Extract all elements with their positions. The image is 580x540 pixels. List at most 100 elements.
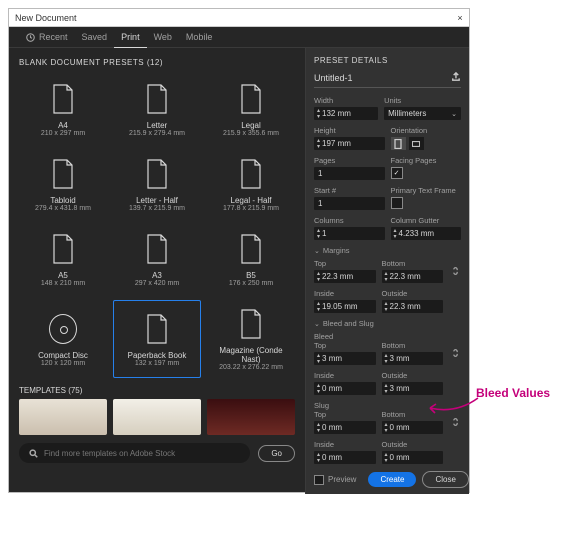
pages-field[interactable]: 1 (314, 167, 385, 180)
template-thumb[interactable] (207, 399, 295, 435)
tab-recent[interactable]: Recent (19, 27, 75, 47)
preset-card[interactable]: Magazine (Conde Nast)203.22 x 276.22 mm (207, 300, 295, 378)
preset-name: A5 (58, 271, 68, 280)
preview-toggle[interactable]: Preview (314, 475, 356, 485)
annotation-arrow (426, 396, 481, 416)
page-icon (49, 232, 77, 266)
preset-card[interactable]: A4210 x 297 mm (19, 75, 107, 144)
tab-web[interactable]: Web (147, 27, 179, 47)
presets-panel: BLANK DOCUMENT PRESETS (12) A4210 x 297 … (9, 48, 305, 494)
tab-mobile[interactable]: Mobile (179, 27, 220, 47)
annotation-label: Bleed Values (476, 386, 550, 400)
preset-dim: 203.22 x 276.22 mm (219, 364, 283, 371)
slug-outside-field[interactable]: ▴▾0 mm (382, 451, 444, 464)
create-button[interactable]: Create (368, 472, 416, 487)
preset-card[interactable]: Tabloid279.4 x 431.8 mm (19, 150, 107, 219)
preset-card[interactable]: Letter215.9 x 279.4 mm (113, 75, 201, 144)
preset-name: Legal - Half (231, 196, 272, 205)
facing-pages-checkbox[interactable]: ✓ (391, 167, 403, 179)
gutter-field[interactable]: ▴▾4.233 mm (391, 227, 462, 240)
preset-name: Tabloid (50, 196, 75, 205)
slug-bottom-field[interactable]: ▴▾0 mm (382, 421, 444, 434)
preset-name: Magazine (Conde Nast) (210, 346, 292, 364)
preset-name: Compact Disc (38, 351, 88, 360)
presets-header: BLANK DOCUMENT PRESETS (12) (19, 58, 295, 67)
primary-text-frame-checkbox[interactable] (391, 197, 403, 209)
template-thumb[interactable] (19, 399, 107, 435)
width-field[interactable]: ▴▾132 mm (314, 107, 378, 120)
slug-inside-field[interactable]: ▴▾0 mm (314, 451, 376, 464)
preset-dim: 177.8 x 215.9 mm (223, 205, 279, 212)
columns-field[interactable]: ▴▾1 (314, 227, 385, 240)
preset-name: A4 (58, 121, 68, 130)
page-icon (143, 157, 171, 191)
link-bleed-icon[interactable] (449, 341, 461, 365)
search-input[interactable]: Find more templates on Adobe Stock (19, 443, 250, 463)
bleed-inside-field[interactable]: ▴▾0 mm (314, 382, 376, 395)
preset-card[interactable]: Compact Disc120 x 120 mm (19, 300, 107, 378)
page-icon (237, 232, 265, 266)
page-icon (49, 157, 77, 191)
bleed-slug-section[interactable]: ⌄Bleed and Slug (314, 319, 461, 328)
preset-name: Paperback Book (128, 351, 187, 360)
preset-details-panel: PRESET DETAILS Untitled-1 Width▴▾132 mm … (305, 48, 469, 494)
margin-top-field[interactable]: ▴▾22.3 mm (314, 270, 376, 283)
preset-dim: 215.9 x 355.6 mm (223, 130, 279, 137)
orientation-landscape[interactable] (409, 137, 424, 150)
document-name-field[interactable]: Untitled-1 (314, 73, 353, 83)
window-title: New Document (9, 13, 83, 23)
preset-name: Legal (241, 121, 261, 130)
preset-dim: 215.9 x 279.4 mm (129, 130, 185, 137)
margin-bottom-field[interactable]: ▴▾22.3 mm (382, 270, 444, 283)
preset-card[interactable]: A3297 x 420 mm (113, 225, 201, 294)
height-field[interactable]: ▴▾197 mm (314, 137, 385, 150)
page-icon (237, 82, 265, 116)
orientation-portrait[interactable] (391, 137, 406, 150)
tab-bar: Recent Saved Print Web Mobile (9, 27, 469, 48)
page-icon (49, 82, 77, 116)
preset-grid: A4210 x 297 mmLetter215.9 x 279.4 mmLega… (19, 75, 295, 378)
preset-dim: 176 x 250 mm (229, 280, 273, 287)
preset-card[interactable]: Legal - Half177.8 x 215.9 mm (207, 150, 295, 219)
bleed-outside-field[interactable]: ▴▾3 mm (382, 382, 444, 395)
page-icon (237, 157, 265, 191)
close-icon[interactable]: × (451, 13, 469, 23)
preset-card[interactable]: A5148 x 210 mm (19, 225, 107, 294)
details-header: PRESET DETAILS (314, 56, 461, 65)
preset-card[interactable]: Letter - Half139.7 x 215.9 mm (113, 150, 201, 219)
link-margins-icon[interactable] (449, 259, 461, 283)
preset-dim: 297 x 420 mm (135, 280, 179, 287)
new-document-dialog: New Document × Recent Saved Print Web Mo… (8, 8, 470, 493)
titlebar: New Document × (9, 9, 469, 27)
preset-dim: 148 x 210 mm (41, 280, 85, 287)
preset-name: Letter (147, 121, 167, 130)
start-page-field[interactable]: 1 (314, 197, 385, 210)
preset-dim: 132 x 197 mm (135, 360, 179, 367)
preset-name: B5 (246, 271, 256, 280)
preset-name: Letter - Half (136, 196, 178, 205)
template-thumb[interactable] (113, 399, 201, 435)
close-button[interactable]: Close (422, 471, 468, 488)
margin-inside-field[interactable]: ▴▾19.05 mm (314, 300, 376, 313)
preset-dim: 139.7 x 215.9 mm (129, 205, 185, 212)
preset-name: A3 (152, 271, 162, 280)
tab-print[interactable]: Print (114, 27, 147, 48)
margin-outside-field[interactable]: ▴▾22.3 mm (382, 300, 444, 313)
clock-icon (26, 33, 35, 42)
preset-dim: 279.4 x 431.8 mm (35, 205, 91, 212)
preset-card[interactable]: Paperback Book132 x 197 mm (113, 300, 201, 378)
margins-section[interactable]: ⌄Margins (314, 246, 461, 255)
bleed-bottom-field[interactable]: ▴▾3 mm (382, 352, 444, 365)
export-preset-icon[interactable] (450, 71, 461, 84)
page-icon (237, 307, 265, 341)
preset-card[interactable]: B5176 x 250 mm (207, 225, 295, 294)
preset-dim: 210 x 297 mm (41, 130, 85, 137)
units-select[interactable]: Millimeters⌄ (384, 107, 461, 120)
bleed-top-field[interactable]: ▴▾3 mm (314, 352, 376, 365)
tab-saved[interactable]: Saved (75, 27, 115, 47)
search-icon (29, 449, 38, 458)
go-button[interactable]: Go (258, 445, 295, 462)
preset-card[interactable]: Legal215.9 x 355.6 mm (207, 75, 295, 144)
templates-row (19, 399, 295, 435)
slug-top-field[interactable]: ▴▾0 mm (314, 421, 376, 434)
